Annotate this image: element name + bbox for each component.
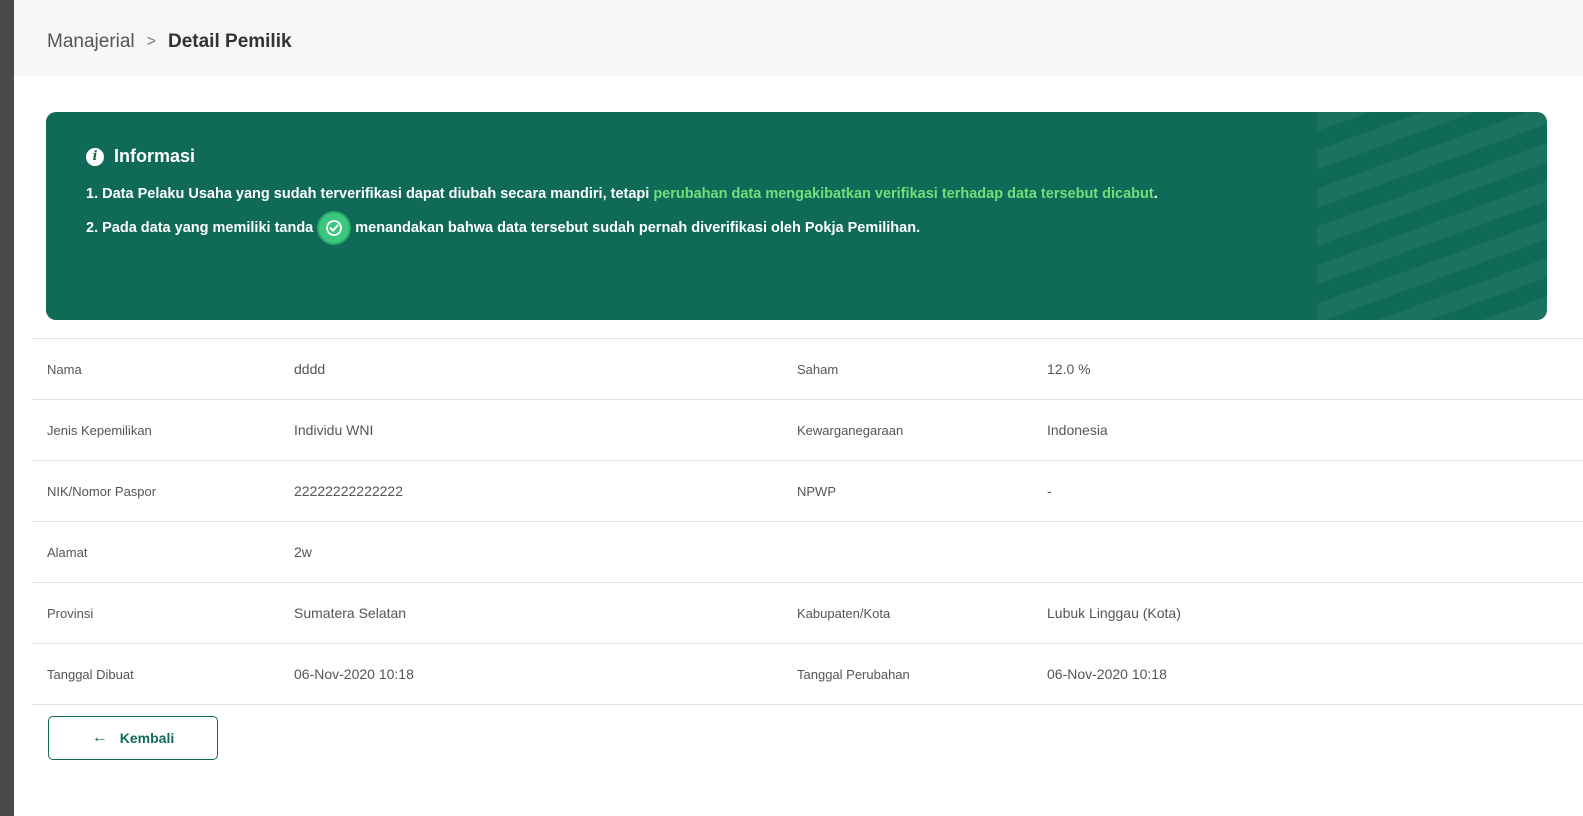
info-line-2: 2. Pada data yang memiliki tanda menanda… (86, 213, 1466, 243)
detail-row: Provinsi Sumatera Selatan Kabupaten/Kota Lu… (32, 582, 1583, 644)
page: Manajerial > Detail Pemilik i Informasi … (14, 0, 1583, 816)
arrow-left-icon: ← (91, 729, 108, 746)
info-line-2-prefix: 2. Pada data yang memiliki tanda (86, 220, 314, 236)
info-title-label: Informasi (114, 146, 196, 166)
detail-row: Nama dddd Saham 12.0 % (32, 338, 1583, 400)
verified-check-icon (319, 213, 350, 243)
detail-row: Tanggal Dibuat 06-Nov-2020 10:18 Tanggal P… (32, 643, 1583, 705)
breadcrumb-item-manajerial[interactable]: Manajerial (47, 31, 135, 53)
info-line-1-prefix: 1. Data Pelaku Usaha yang sudah terverif… (86, 186, 654, 202)
detail-value: - (1047, 460, 1583, 522)
breadcrumb-current: Detail Pemilik (168, 31, 292, 52)
detail-label (797, 521, 1047, 583)
detail-value: Lubuk Linggau (Kota) (1047, 582, 1583, 644)
back-button-label: Kembali (119, 730, 175, 746)
detail-value: 06-Nov-2020 10:18 (294, 643, 797, 705)
detail-label: Tanggal Perubahan (797, 643, 1047, 705)
detail-value: Individu WNI (294, 399, 797, 461)
detail-value: 06-Nov-2020 10:18 (1047, 643, 1583, 705)
detail-label: Alamat (32, 521, 294, 583)
owner-detail-body: Nama dddd Saham 12.0 % Jenis Kepemilikan Indi… (32, 338, 1583, 705)
detail-label: Provinsi (32, 582, 294, 644)
detail-value (1047, 521, 1583, 583)
info-circle-icon: i (86, 147, 104, 166)
detail-label: Jenis Kepemilikan (32, 399, 294, 461)
detail-label: Kabupaten/Kota (797, 582, 1047, 644)
info-line-1-suffix: . (1153, 186, 1158, 202)
info-card: i Informasi 1. Data Pelaku Usaha yang su… (46, 112, 1547, 320)
detail-label: Saham (797, 338, 1047, 400)
detail-row: Alamat 2w (32, 521, 1583, 583)
detail-value: dddd (294, 338, 797, 400)
breadcrumb: Manajerial > Detail Pemilik (14, 0, 1583, 76)
window-left-edge (0, 0, 14, 816)
detail-value: 22222222222222 (294, 460, 797, 522)
info-lines: 1. Data Pelaku Usaha yang sudah terverif… (86, 184, 1466, 243)
breadcrumb-separator: > (146, 33, 156, 50)
detail-value: 2w (294, 521, 797, 583)
detail-value: Indonesia (1047, 399, 1583, 461)
detail-label: Nama (32, 338, 294, 400)
detail-value: Sumatera Selatan (294, 582, 797, 644)
detail-label: Kewarganegaraan (797, 399, 1047, 461)
info-line-2-suffix: menandakan bahwa data tersebut sudah per… (355, 220, 921, 236)
detail-value: 12.0 % (1047, 338, 1583, 400)
info-line-1: 1. Data Pelaku Usaha yang sudah terverif… (86, 184, 1466, 204)
detail-label: Tanggal Dibuat (32, 643, 294, 705)
detail-row: Jenis Kepemilikan Individu WNI Kewarganega… (32, 399, 1583, 461)
detail-label: NPWP (797, 460, 1047, 522)
info-title: i Informasi (86, 146, 195, 167)
info-line-1-highlight: perubahan data mengakibatkan verifikasi … (653, 186, 1154, 202)
detail-label: NIK/Nomor Paspor (32, 460, 294, 522)
detail-row: NIK/Nomor Paspor 22222222222222 NPWP - (32, 460, 1583, 522)
owner-detail-table: Nama dddd Saham 12.0 % Jenis Kepemilikan Indi… (32, 338, 1583, 705)
back-button[interactable]: ← Kembali (48, 716, 218, 760)
